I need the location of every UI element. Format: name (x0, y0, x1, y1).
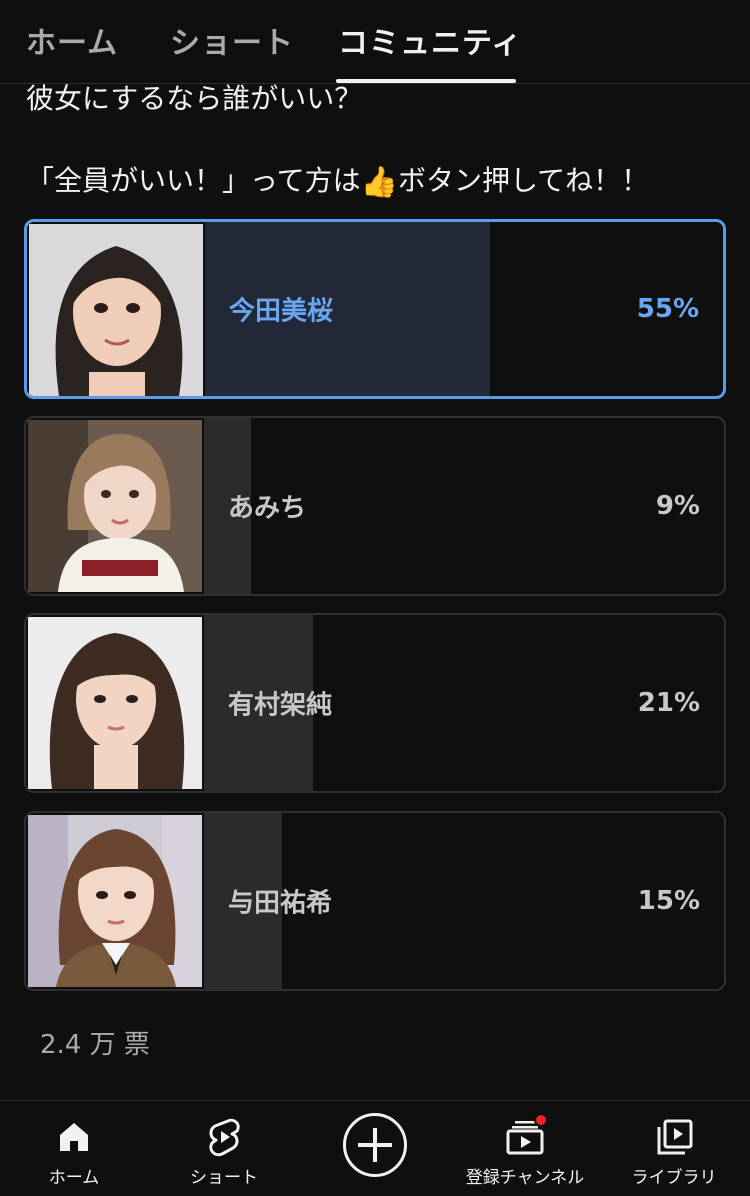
option-bar-area: 与田祐希 15% (204, 813, 724, 989)
thumbs-up-icon: 👍 (360, 165, 398, 200)
poll-option[interactable]: 今田美桜 55% (24, 219, 726, 399)
subscriptions-icon-wrap (505, 1113, 548, 1157)
post-text-after-emoji: ボタン押してね！！ (397, 164, 650, 197)
poll-option[interactable]: 与田祐希 15% (24, 811, 726, 991)
option-name: 有村架純 (228, 690, 333, 721)
nav-create[interactable] (325, 1101, 425, 1196)
nav-home[interactable]: ホーム (24, 1101, 124, 1196)
shorts-icon (209, 1118, 240, 1157)
option-photo-portrait (28, 617, 202, 789)
post-text-before-emoji: 「全員がいい！」って方は (26, 164, 361, 197)
option-bar-area: あみち 9% (204, 418, 724, 594)
top-tab-bar: ホーム ショート コミュニティ (0, 0, 750, 84)
option-photo-portrait (29, 224, 203, 396)
tab-community[interactable]: コミュニティ (338, 18, 522, 62)
option-percent: 15% (637, 886, 700, 916)
option-bar-area: 今田美桜 55% (205, 222, 723, 396)
nav-home-label: ホーム (48, 1168, 100, 1188)
poll-option[interactable]: 有村架純 21% (24, 613, 726, 793)
option-percent: 21% (637, 688, 700, 718)
bottom-navigation: ホーム ショート 登録チャンネル ライブラリ (0, 1100, 750, 1196)
option-photo-portrait (28, 420, 202, 592)
nav-shorts[interactable]: ショート (174, 1101, 274, 1196)
poll-option[interactable]: あみち 9% (24, 416, 726, 596)
create-icon (343, 1113, 407, 1177)
notification-dot (534, 1113, 548, 1127)
nav-subscriptions[interactable]: 登録チャンネル (455, 1101, 595, 1196)
option-name: 今田美桜 (229, 296, 334, 327)
nav-library[interactable]: ライブラリ (624, 1101, 724, 1196)
option-photo-portrait (28, 815, 202, 987)
post-text-line1: 彼女にするなら誰がいい？ (26, 82, 363, 115)
nav-library-label: ライブラリ (631, 1168, 717, 1188)
option-percent: 9% (655, 491, 700, 521)
option-bar-area: 有村架純 21% (204, 615, 724, 791)
tab-home[interactable]: ホーム (26, 18, 118, 62)
poll-vote-count: 2.4 万 票 (40, 1030, 150, 1060)
option-name: 与田祐希 (228, 888, 333, 919)
tab-shorts[interactable]: ショート (170, 18, 294, 62)
home-icon (60, 1123, 88, 1151)
library-icon (657, 1119, 693, 1155)
nav-shorts-label: ショート (190, 1168, 258, 1188)
option-percent: 55% (636, 294, 699, 324)
nav-subscriptions-label: 登録チャンネル (465, 1168, 585, 1188)
post-text-line2: 「全員がいい！」って方は👍ボタン押してね！！ (26, 164, 726, 201)
option-name: あみち (228, 493, 307, 524)
